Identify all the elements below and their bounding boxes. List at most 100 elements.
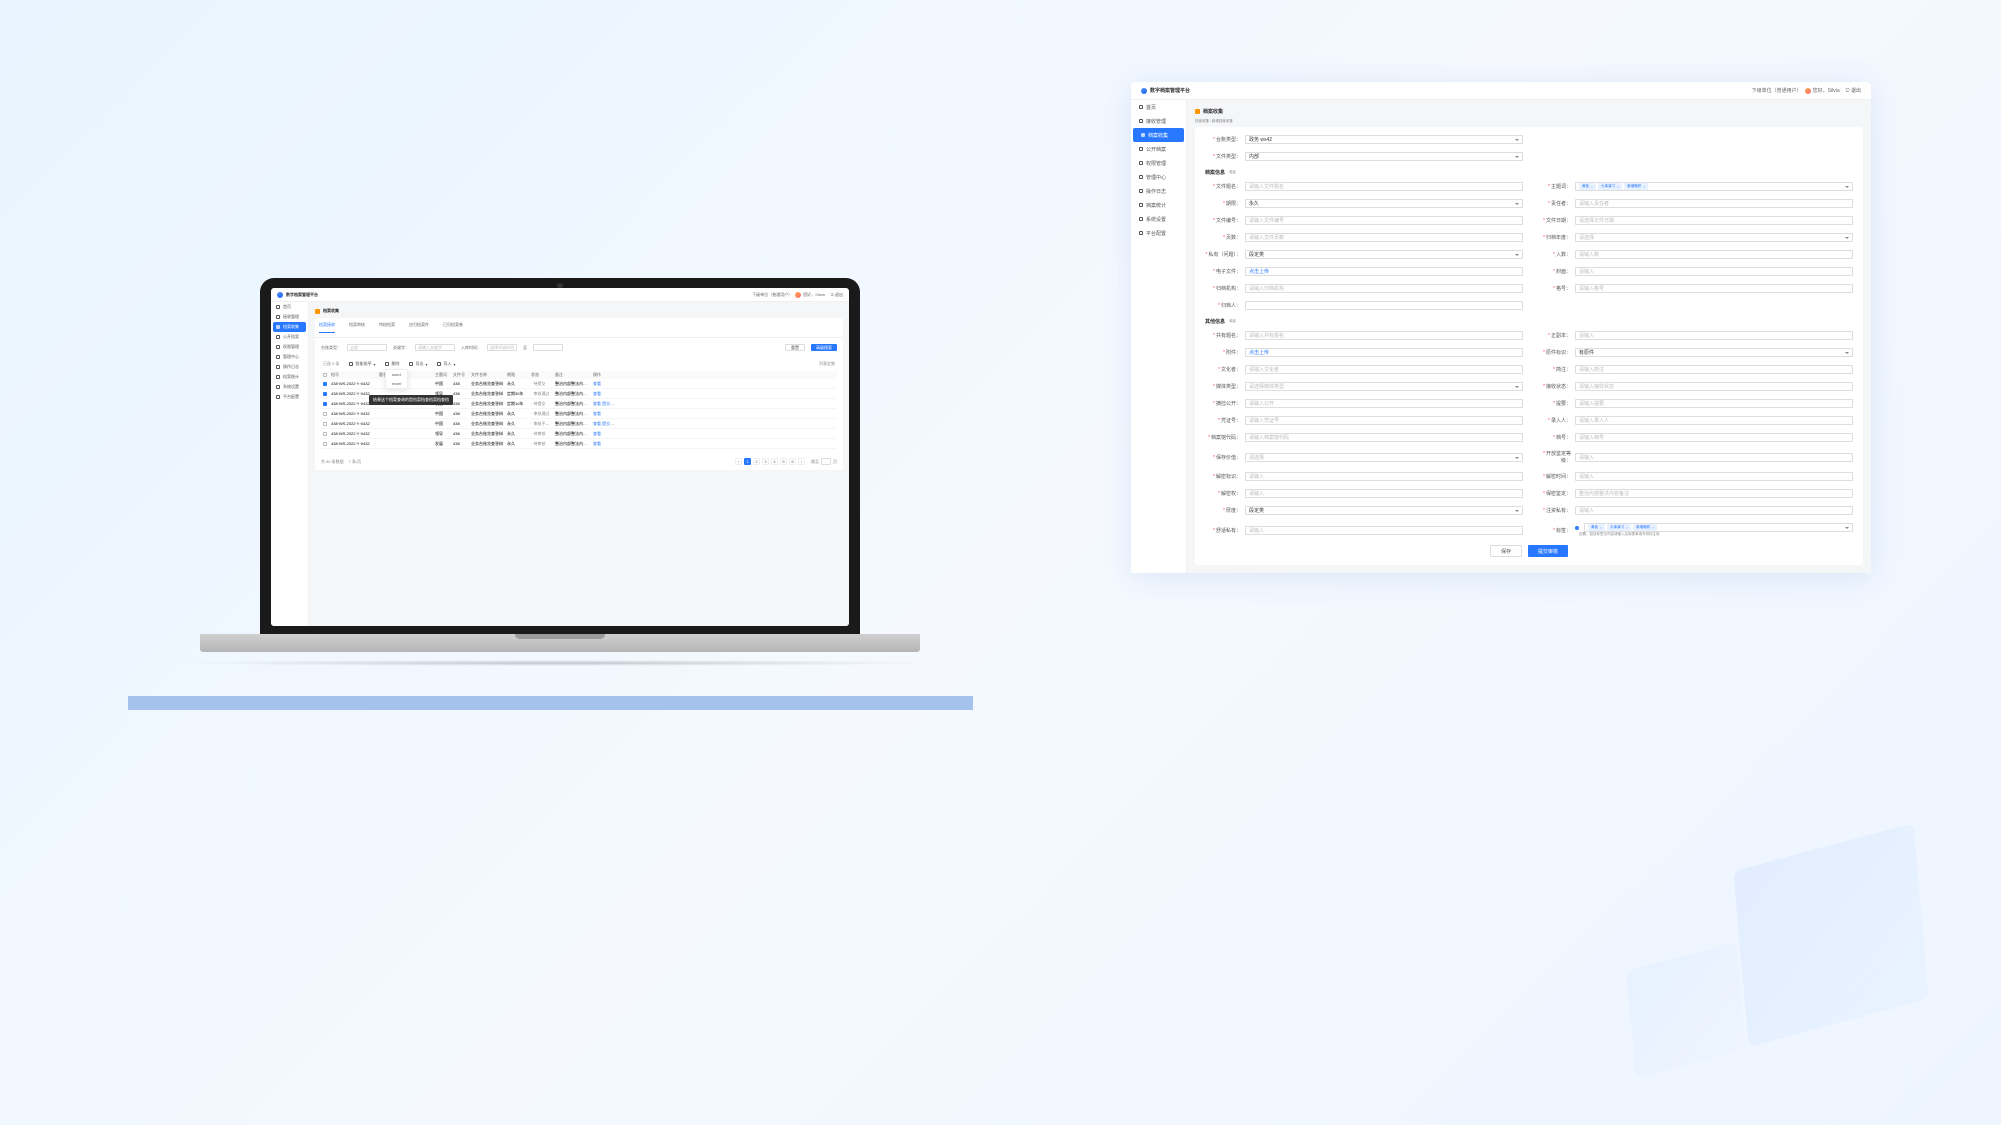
row-checkbox[interactable] <box>323 392 327 396</box>
form-text-input[interactable]: 请输入文件题名 <box>1245 182 1523 191</box>
form-text-input[interactable]: 请输入档案馆代码 <box>1245 433 1523 442</box>
filter-type-select[interactable]: 全部 <box>347 344 387 351</box>
form-select-input[interactable]: 有原件 <box>1575 348 1853 357</box>
form-text-input[interactable]: 请输入 <box>1575 506 1853 515</box>
page-number[interactable]: 5 <box>780 458 787 465</box>
form-text-input[interactable]: 请选择文件日期 <box>1575 216 1853 225</box>
sidebar-item-9[interactable]: 平台配置 <box>1131 226 1186 240</box>
form-select-input[interactable]: 请选择 <box>1245 453 1523 462</box>
form-text-input[interactable]: 请输入格号 <box>1575 284 1853 293</box>
sidebar-item-6[interactable]: 操作日志 <box>1131 184 1186 198</box>
sidebar-item-5[interactable]: 管理中心 <box>1131 170 1186 184</box>
sidebar-item-2[interactable]: 档案收集 <box>1133 128 1184 142</box>
page-jump-input[interactable] <box>821 458 831 465</box>
filter-date-from[interactable]: 选择开始时间 <box>487 344 517 351</box>
tab-4[interactable]: 已归档案卷 <box>443 318 463 333</box>
tab-2[interactable]: 特校档案 <box>379 318 395 333</box>
sidebar-item-4[interactable]: 权限管理 <box>1131 156 1186 170</box>
avatar[interactable] <box>1805 88 1811 94</box>
page-number[interactable]: 4 <box>771 458 778 465</box>
tool-sort[interactable]: 智能排序▾ <box>349 361 375 367</box>
sidebar-item-9[interactable]: 平台配置 <box>271 392 308 402</box>
sidebar-item-8[interactable]: 系统设置 <box>1131 212 1186 226</box>
row-action[interactable]: 查看 <box>593 421 601 426</box>
form-text-input[interactable]: 请输入文件页数 <box>1245 233 1523 242</box>
sidebar-item-0[interactable]: 首页 <box>271 302 308 312</box>
form-text-input[interactable]: 请输入档号 <box>1575 433 1853 442</box>
sidebar-item-6[interactable]: 操作日志 <box>271 362 308 372</box>
sidebar-item-8[interactable]: 系统设置 <box>271 382 308 392</box>
form-text-input[interactable]: 请输入共有题名 <box>1245 331 1523 340</box>
form-text-input[interactable]: 请输入 <box>1245 472 1523 481</box>
form-select-input[interactable]: 段定类 <box>1245 506 1523 515</box>
form-select-input[interactable]: 政务 ws42 <box>1245 135 1523 144</box>
row-checkbox[interactable] <box>323 422 327 426</box>
form-text-input[interactable]: 请输入数 <box>1575 250 1853 259</box>
form-select-input[interactable]: 段定类 <box>1245 250 1523 259</box>
radio[interactable] <box>1575 526 1579 530</box>
form-text-input[interactable]: 请输入 <box>1575 331 1853 340</box>
form-upload[interactable]: 点击上传 <box>1245 267 1523 276</box>
sidebar-item-1[interactable]: 接收管理 <box>1131 114 1186 128</box>
form-text-input[interactable]: 请输入 <box>1245 489 1523 498</box>
sidebar-item-7[interactable]: 档案统计 <box>1131 198 1186 212</box>
row-checkbox[interactable] <box>323 412 327 416</box>
export-option-excel[interactable]: excel <box>386 379 407 388</box>
tool-export[interactable]: 导出▾ <box>409 361 427 367</box>
row-action[interactable]: 查看 <box>593 441 601 446</box>
tab-0[interactable]: 档案接收 <box>319 318 335 333</box>
row-checkbox[interactable] <box>323 402 327 406</box>
form-select-input[interactable]: 永久 <box>1245 199 1523 208</box>
page-number[interactable]: 2 <box>753 458 760 465</box>
form-select-input[interactable]: 内部 <box>1245 152 1523 161</box>
form-text-input[interactable]: 请输入录入人 <box>1575 416 1853 425</box>
form-text-input[interactable]: 整治内部整法内容备注 <box>1575 489 1853 498</box>
row-checkbox[interactable] <box>323 442 327 446</box>
submit-button[interactable]: 提交审核 <box>1528 545 1568 557</box>
sidebar-item-4[interactable]: 权限管理 <box>271 342 308 352</box>
tab-1[interactable]: 档案审核 <box>349 318 365 333</box>
columns-config[interactable]: 列表定制 <box>819 361 835 367</box>
org-selector[interactable]: 下级单位（普通用户） <box>752 292 792 298</box>
row-action[interactable]: 查看 <box>593 381 601 386</box>
form-text-input[interactable]: 请输入提要 <box>1575 399 1853 408</box>
form-text-input[interactable]: 请输入凭证号 <box>1245 416 1523 425</box>
form-select-input[interactable]: 请选择 <box>1575 233 1853 242</box>
sidebar-item-0[interactable]: 首页 <box>1131 100 1186 114</box>
form-text-input[interactable]: 请输入接收状态 <box>1575 382 1853 391</box>
tool-import[interactable]: 导入▾ <box>437 361 455 367</box>
page-next[interactable]: › <box>798 458 805 465</box>
sidebar-item-3[interactable]: 公开档案 <box>1131 142 1186 156</box>
org-selector[interactable]: 下级单位（普通用户） <box>1752 87 1802 94</box>
page-number[interactable]: 1 <box>744 458 751 465</box>
form-text-input[interactable]: 请输入文化者 <box>1245 365 1523 374</box>
form-text-input[interactable]: 请输入公开 <box>1245 399 1523 408</box>
row-action[interactable]: 提交审核 <box>602 421 618 426</box>
export-option-word[interactable]: word <box>386 370 407 379</box>
search-button[interactable]: 高级搜索 <box>811 344 837 351</box>
tool-delete[interactable]: 删除 <box>385 361 399 367</box>
form-select-input[interactable]: 请选择媒体类型 <box>1245 382 1523 391</box>
page-number[interactable]: 3 <box>762 458 769 465</box>
row-action[interactable]: 查看 <box>593 401 601 406</box>
filter-date-to[interactable] <box>533 344 563 351</box>
sidebar-item-2[interactable]: 档案收集 <box>273 322 306 332</box>
form-text-input[interactable]: 请输入文件编号 <box>1245 216 1523 225</box>
form-tags-input[interactable]: 黄板大事演习新增略称 <box>1575 182 1853 191</box>
save-button[interactable]: 保存 <box>1490 545 1522 557</box>
reset-button[interactable]: 重置 <box>785 344 805 351</box>
tab-3[interactable]: 应归档案件 <box>409 318 429 333</box>
sidebar-item-5[interactable]: 管理中心 <box>271 352 308 362</box>
form-text-input[interactable]: 请输入 <box>1245 526 1523 535</box>
filter-keyword-input[interactable]: 请输入关键字 <box>415 344 455 351</box>
page-prev[interactable]: ‹ <box>735 458 742 465</box>
sidebar-item-7[interactable]: 档案统计 <box>271 372 308 382</box>
row-action[interactable]: 提交审核 <box>602 401 618 406</box>
row-checkbox[interactable] <box>323 432 327 436</box>
sidebar-item-1[interactable]: 接收管理 <box>271 312 308 322</box>
logout-link[interactable]: ⎋ 退出 <box>1846 87 1861 94</box>
form-tags-input[interactable]: 黄板大事演习新增略称 <box>1584 523 1853 532</box>
row-action[interactable]: 查看 <box>593 431 601 436</box>
page-number[interactable]: 6 <box>789 458 796 465</box>
form-text-input[interactable]: 请输入责任者 <box>1575 199 1853 208</box>
